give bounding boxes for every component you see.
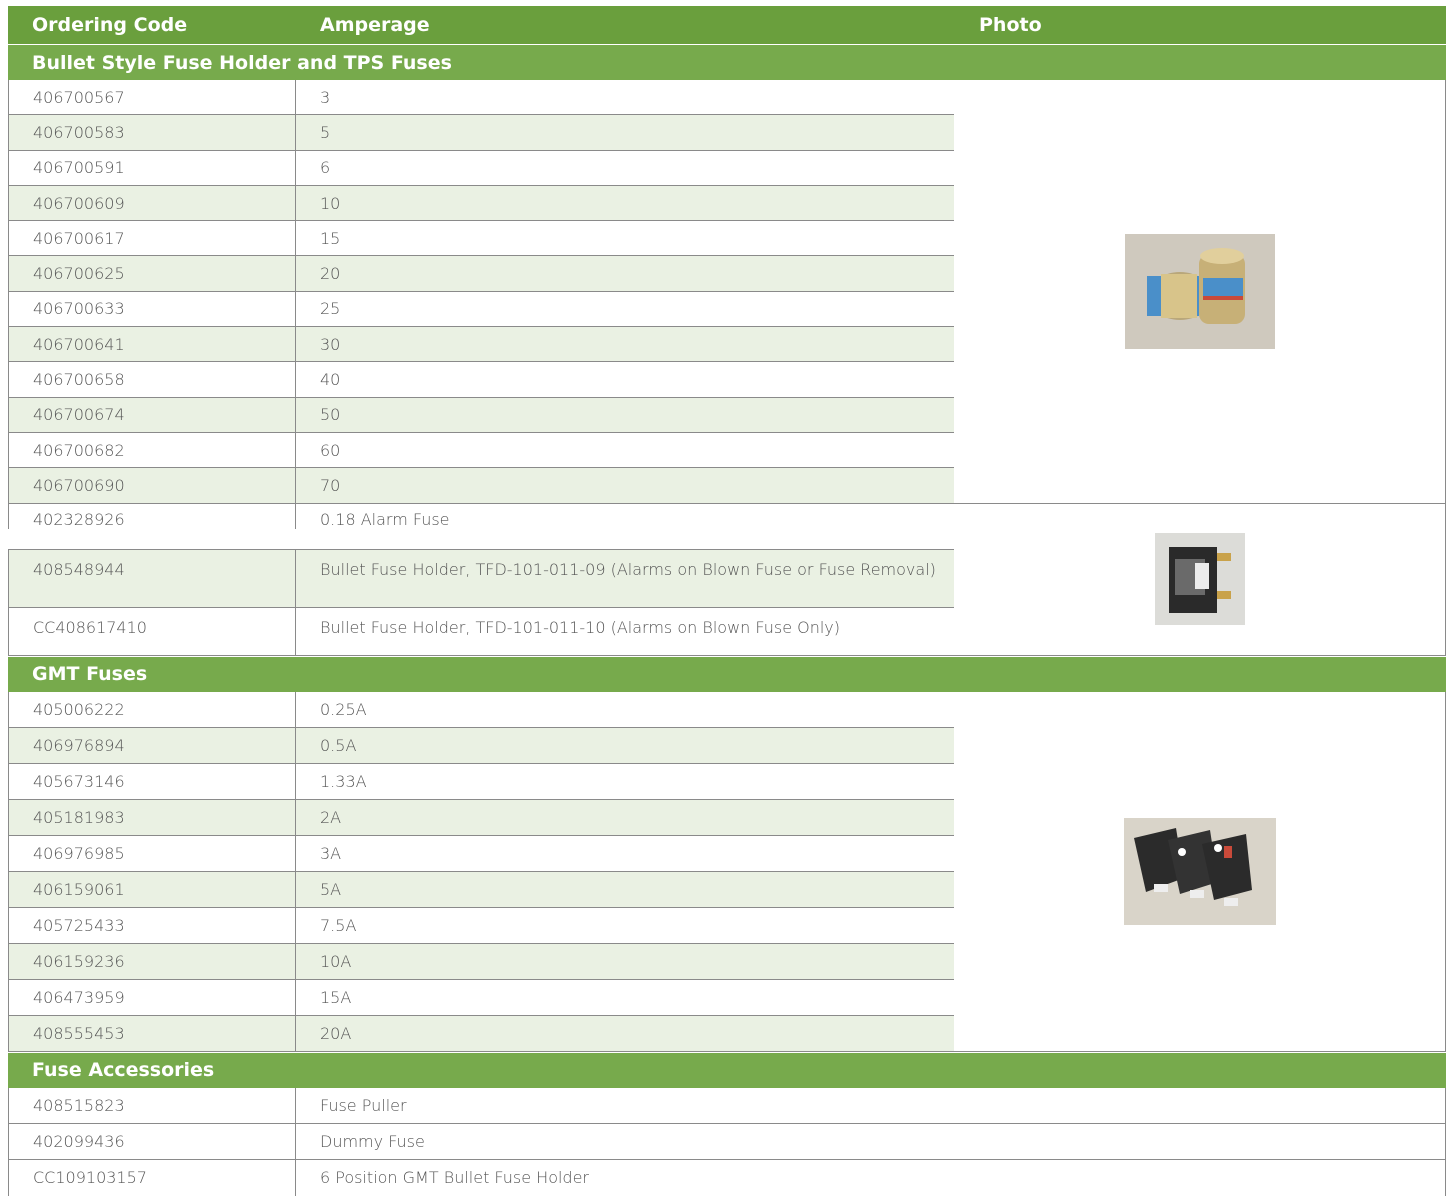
amperage: 60 xyxy=(296,432,955,468)
amperage: 0.5A xyxy=(296,727,955,763)
description: Dummy Fuse xyxy=(296,1123,1446,1159)
ordering-code: 406700641 xyxy=(8,327,296,362)
amperage: 3A xyxy=(296,835,955,871)
ordering-code: 406700567 xyxy=(8,80,296,115)
amperage: 50 xyxy=(296,397,955,432)
section-title: GMT Fuses xyxy=(32,663,148,686)
ordering-code: 406473959 xyxy=(8,979,296,1015)
description: Fuse Puller xyxy=(296,1087,1446,1123)
ordering-code: 408555453 xyxy=(8,1015,296,1051)
ordering-code: 406700682 xyxy=(8,432,296,468)
amperage: 0.25A xyxy=(296,691,955,727)
ordering-code: 408515823 xyxy=(8,1087,296,1123)
amperage: 3 xyxy=(296,80,955,115)
ordering-code: 406700591 xyxy=(8,150,296,185)
photo-cell xyxy=(954,691,1446,1052)
ordering-code: 406976894 xyxy=(8,727,296,763)
photo-cell xyxy=(954,80,1446,504)
ordering-code: 406700609 xyxy=(8,185,296,221)
ordering-code: 405181983 xyxy=(8,799,296,835)
section-gmt-title-row: GMT Fuses xyxy=(8,655,1446,692)
section-bullet-title-row: Bullet Style Fuse Holder and TPS Fuses xyxy=(8,44,1446,80)
header-ordering-code: Ordering Code xyxy=(32,14,188,36)
table-row: CC109103157 6 Position GMT Bullet Fuse Ho… xyxy=(8,1159,1446,1196)
ordering-code: 402328926 xyxy=(8,503,296,529)
header-photo: Photo xyxy=(979,14,1042,36)
amperage: 10 xyxy=(296,185,955,221)
amperage: 20 xyxy=(296,256,955,291)
amperage: 5A xyxy=(296,871,955,907)
amperage: 6 xyxy=(296,150,955,185)
table-header: Ordering Code Amperage Photo xyxy=(8,6,1446,44)
amperage: 40 xyxy=(296,362,955,397)
amperage: 25 xyxy=(296,291,955,327)
amperage: 20A xyxy=(296,1015,955,1051)
ordering-code: 408548944 xyxy=(8,549,296,607)
section-title: Fuse Accessories xyxy=(32,1059,215,1082)
ordering-code: 406700658 xyxy=(8,362,296,397)
ordering-code: 405673146 xyxy=(8,763,296,799)
amperage: Bullet Fuse Holder, TFD-101-011-10 (Alar… xyxy=(296,607,955,655)
ordering-code: CC109103157 xyxy=(8,1159,296,1196)
description: 6 Position GMT Bullet Fuse Holder xyxy=(296,1159,1446,1196)
gmt-fuse-photo xyxy=(1123,817,1276,925)
section-accessories-title-row: Fuse Accessories xyxy=(8,1051,1446,1088)
section-title: Bullet Style Fuse Holder and TPS Fuses xyxy=(32,51,452,74)
ordering-code: 406159061 xyxy=(8,871,296,907)
ordering-code: 406700625 xyxy=(8,256,296,291)
amperage: 30 xyxy=(296,327,955,362)
ordering-code: 406700690 xyxy=(8,468,296,503)
ordering-code: 406976985 xyxy=(8,835,296,871)
gmt-fuse-group: 405006222 0.25A 406976894 0.5A 405673146 1.… xyxy=(8,691,1446,1052)
table-row: 408515823 Fuse Puller xyxy=(8,1087,1446,1124)
holder-group: 402328926 0.18 Alarm Fuse 408548944 Bullet… xyxy=(8,503,1446,656)
header-amperage: Amperage xyxy=(320,14,430,36)
amperage: 5 xyxy=(296,115,955,150)
amperage: 15A xyxy=(296,979,955,1015)
photo-cell xyxy=(954,503,1446,656)
table-row: 402099436 Dummy Fuse xyxy=(8,1123,1446,1160)
tps-fuse-group: 406700567 3 406700583 5 406700591 6 4067006… xyxy=(8,80,1446,504)
ordering-code: 405006222 xyxy=(8,691,296,727)
amperage: 70 xyxy=(296,468,955,503)
fuse-holder-photo xyxy=(1154,533,1245,626)
ordering-code: 402099436 xyxy=(8,1123,296,1159)
ordering-code: 406159236 xyxy=(8,943,296,979)
product-table: Ordering Code Amperage Photo Bullet Styl… xyxy=(8,6,1446,1196)
ordering-code: 405725433 xyxy=(8,907,296,943)
amperage: 10A xyxy=(296,943,955,979)
amperage: 0.18 Alarm Fuse xyxy=(296,503,955,529)
ordering-code: 406700583 xyxy=(8,115,296,150)
amperage: 7.5A xyxy=(296,907,955,943)
amperage: Bullet Fuse Holder, TFD-101-011-09 (Alar… xyxy=(296,549,955,607)
ordering-code: 406700633 xyxy=(8,291,296,327)
ordering-code: 406700617 xyxy=(8,221,296,256)
ordering-code: 406700674 xyxy=(8,397,296,432)
amperage: 15 xyxy=(296,221,955,256)
ordering-code: CC408617410 xyxy=(8,607,296,655)
amperage: 2A xyxy=(296,799,955,835)
amperage: 1.33A xyxy=(296,763,955,799)
tps-fuse-photo xyxy=(1124,233,1275,349)
